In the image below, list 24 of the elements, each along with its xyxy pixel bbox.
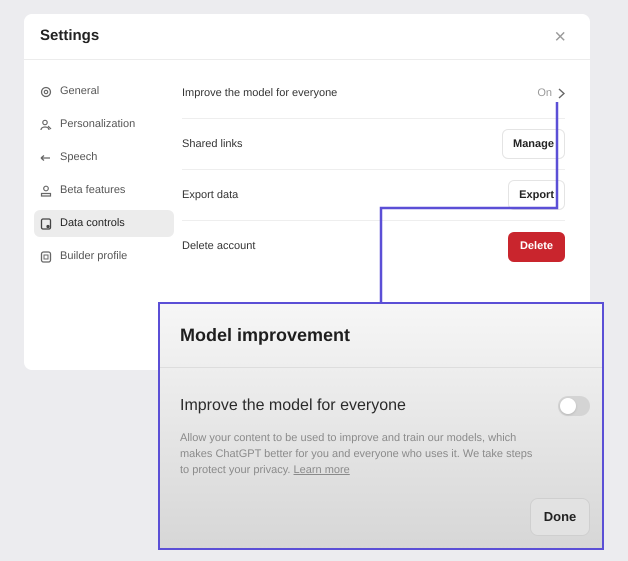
sidebar-item[interactable]: Builder profile — [34, 243, 174, 270]
setting-label: Shared links — [182, 136, 243, 152]
sidebar-item[interactable]: Speech — [34, 144, 174, 171]
action-button[interactable]: Manage — [502, 129, 565, 159]
dialog-title: Settings — [40, 26, 100, 46]
sidebar-item[interactable]: Beta features — [34, 177, 174, 204]
sidebar-item[interactable]: General — [34, 78, 174, 105]
setting-label: Delete account — [182, 239, 256, 254]
done-button[interactable]: Done — [530, 498, 590, 536]
badge-icon — [40, 250, 52, 262]
toggle-switch[interactable] — [558, 396, 590, 416]
setting-description: Allow your content to be used to improve and train our models, which makes ChatGPT better for you and everyone who uses it. We take steps to protect your privacy. Learn more — [179, 431, 534, 478]
sidebar-item[interactable]: Personalization — [34, 111, 174, 138]
setting-label: Improve the model for everyone — [182, 86, 338, 101]
setting-label: Export data — [182, 188, 238, 203]
people-icon — [40, 118, 52, 130]
person-icon — [40, 184, 52, 196]
sidebar-item[interactable]: Data controls — [34, 210, 174, 237]
panel-title: Model improvement — [180, 324, 350, 347]
gear-icon — [40, 86, 52, 98]
document-icon — [40, 218, 52, 230]
delete-button[interactable]: Delete — [508, 232, 565, 262]
chevron-right-icon — [558, 88, 565, 98]
setting-label: Improve the model for everyone — [180, 396, 406, 416]
